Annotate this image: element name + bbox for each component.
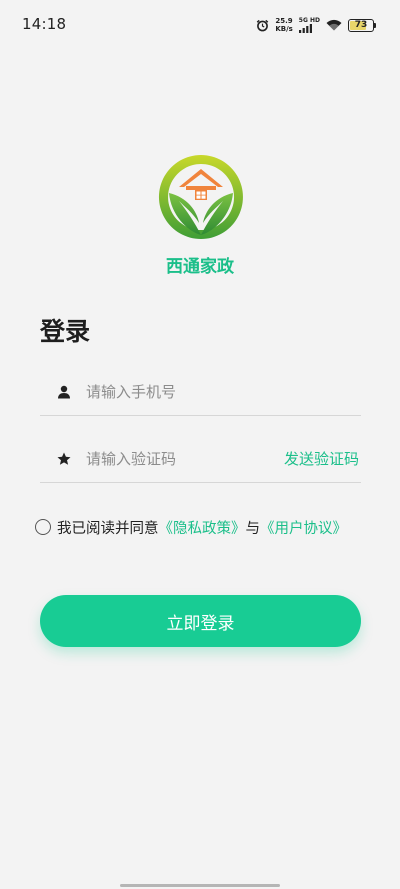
phone-field[interactable] — [40, 368, 361, 416]
agreement-row: 我已阅读并同意 《隐私政策》 与 《用户协议》 — [35, 516, 347, 538]
battery-icon: 73 — [348, 18, 374, 32]
star-icon — [57, 452, 71, 466]
phone-input[interactable] — [86, 382, 361, 401]
verification-code-field[interactable]: 发送验证码 — [40, 435, 361, 483]
status-bar: 14:18 25.9 KB/s 5G HD 73 — [0, 0, 400, 48]
home-indicator — [120, 884, 280, 887]
app-name: 西通家政 — [166, 257, 234, 277]
page-title: 登录 — [40, 317, 91, 346]
battery-level-text: 73 — [354, 20, 368, 30]
user-agreement-link[interactable]: 《用户协议》 — [260, 517, 347, 538]
agreement-checkbox[interactable] — [35, 519, 51, 535]
wifi-icon — [326, 19, 342, 31]
user-icon — [57, 385, 71, 399]
alarm-icon — [256, 19, 269, 32]
privacy-policy-link[interactable]: 《隐私政策》 — [159, 517, 246, 538]
signal-bars-icon — [298, 23, 313, 33]
house-leaves-logo-icon — [157, 153, 245, 241]
network-speed-unit: KB/s — [275, 25, 293, 33]
login-button[interactable]: 立即登录 — [40, 595, 361, 647]
network-speed: 25.9 KB/s — [275, 17, 292, 33]
status-time: 14:18 — [22, 15, 67, 33]
send-code-button[interactable]: 发送验证码 — [284, 448, 359, 469]
agreement-and-text: 与 — [245, 520, 261, 537]
cellular-signal: 5G HD — [298, 17, 320, 33]
battery-cap — [374, 22, 376, 28]
verification-code-input[interactable] — [86, 449, 284, 468]
agreement-prefix: 我已阅读并同意 — [57, 520, 159, 537]
status-icons: 25.9 KB/s 5G HD 73 — [256, 16, 376, 34]
battery-indicator: 73 — [348, 18, 376, 32]
network-speed-value: 25.9 — [275, 17, 293, 25]
